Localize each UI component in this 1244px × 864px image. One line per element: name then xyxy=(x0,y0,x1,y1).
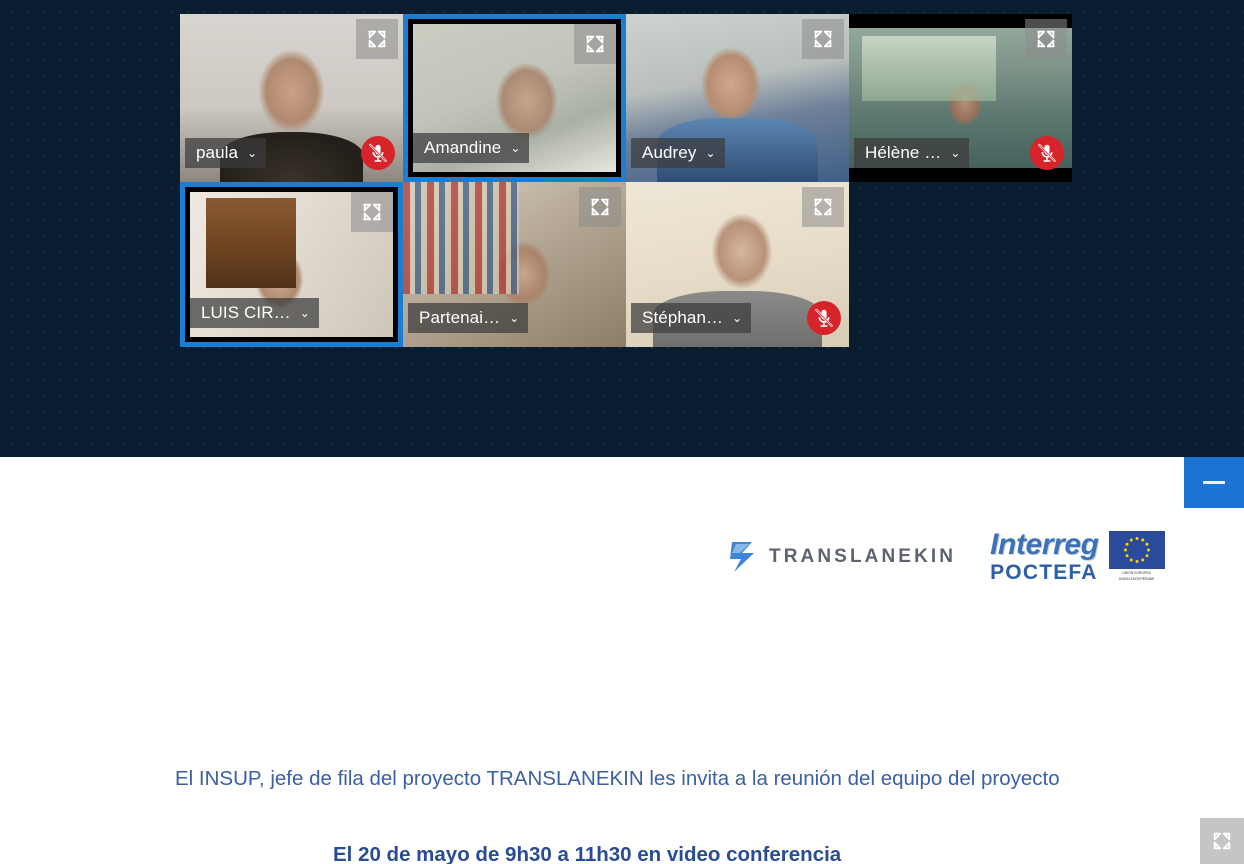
expand-icon xyxy=(811,28,835,50)
participant-name-menu[interactable]: Stéphan… ⌄ xyxy=(631,303,752,333)
expand-icon xyxy=(360,201,384,223)
participant-name-menu[interactable]: paula ⌄ xyxy=(185,138,267,168)
participant-tile[interactable]: Hélène … ⌄ xyxy=(849,14,1072,182)
video-stage: paula ⌄ Amandine ⌄ Audrey ⌄ Hélène … ⌄ L… xyxy=(0,0,1244,457)
translanekin-mark-icon xyxy=(730,541,754,572)
participant-name: paula xyxy=(196,143,239,162)
translanekin-wordmark: TRANSLANEKIN xyxy=(769,545,957,567)
participant-tile-grid: paula ⌄ Amandine ⌄ Audrey ⌄ Hélène … ⌄ L… xyxy=(180,14,1072,347)
expand-tile-button[interactable] xyxy=(356,19,398,59)
interreg-poctefa-logo: Interreg POCTEFA UNIÓN EUROPEA UNION EUR… xyxy=(990,530,1165,583)
eu-stars xyxy=(1123,537,1150,564)
expand-icon xyxy=(588,196,612,218)
slide-lead-text: El INSUP, jefe de fila del proyecto TRAN… xyxy=(175,767,1060,790)
interreg-wordmark: Interreg xyxy=(990,528,1099,561)
tile-row-1: paula ⌄ Amandine ⌄ Audrey ⌄ Hélène … ⌄ xyxy=(180,14,1072,182)
participant-tile[interactable]: paula ⌄ xyxy=(180,14,403,182)
slide-lead-text-block: El INSUP, jefe de fila del proyecto TRAN… xyxy=(175,766,1075,792)
eu-flag-caption: UNIÓN EUROPEA UNION EUROPÉENNE xyxy=(1118,571,1155,581)
participant-name-menu[interactable]: Audrey ⌄ xyxy=(631,138,725,168)
video-conference-app: paula ⌄ Amandine ⌄ Audrey ⌄ Hélène … ⌄ L… xyxy=(0,0,1244,864)
participant-tile[interactable]: LUIS CIR… ⌄ xyxy=(180,182,403,347)
expand-icon xyxy=(1034,28,1058,50)
chevron-down-icon: ⌄ xyxy=(247,146,258,160)
chevron-down-icon: ⌄ xyxy=(509,311,520,325)
participant-name: Audrey xyxy=(642,143,697,162)
expand-tile-button[interactable] xyxy=(579,187,621,227)
shared-content-panel xyxy=(0,457,1244,864)
participant-name: Partenai… xyxy=(419,308,501,327)
chevron-down-icon: ⌄ xyxy=(732,311,743,325)
participant-name-menu[interactable]: LUIS CIR… ⌄ xyxy=(190,298,319,328)
participant-name-menu[interactable]: Hélène … ⌄ xyxy=(854,138,970,168)
poctefa-wordmark: POCTEFA xyxy=(990,561,1098,584)
slide-logos: TRANSLANEKIN Interreg POCTEFA UNIÓN EURO… xyxy=(728,530,1165,583)
chevron-down-icon: ⌄ xyxy=(299,306,310,320)
expand-icon xyxy=(583,33,607,55)
collapse-panel-button[interactable] xyxy=(1184,457,1244,508)
eu-flag-block: UNIÓN EUROPEA UNION EUROPÉENNE xyxy=(1108,531,1165,581)
expand-icon xyxy=(365,28,389,50)
participant-name: Stéphan… xyxy=(642,308,724,327)
microphone-muted-icon[interactable] xyxy=(1030,136,1064,170)
eu-flag-icon xyxy=(1108,531,1165,570)
participant-tile[interactable]: Amandine ⌄ xyxy=(403,14,626,182)
participant-name: Amandine xyxy=(424,138,502,157)
microphone-muted-icon[interactable] xyxy=(807,301,841,335)
participant-tile[interactable]: Stéphan… ⌄ xyxy=(626,182,849,347)
interreg-text-block: Interreg POCTEFA xyxy=(990,528,1099,584)
chevron-down-icon: ⌄ xyxy=(510,141,521,155)
slide-subheading: El 20 de mayo de 9h30 a 11h30 en video c… xyxy=(333,843,842,864)
participant-tile[interactable]: Partenai… ⌄ xyxy=(403,182,626,347)
fullscreen-button[interactable] xyxy=(1200,818,1244,864)
expand-icon xyxy=(811,196,835,218)
minimize-icon xyxy=(1203,481,1225,484)
tile-row-2: LUIS CIR… ⌄ Partenai… ⌄ Stéphan… ⌄ xyxy=(180,182,1072,347)
expand-tile-button[interactable] xyxy=(574,24,616,64)
chevron-down-icon: ⌄ xyxy=(705,146,716,160)
expand-tile-button[interactable] xyxy=(1025,19,1067,59)
fullscreen-icon xyxy=(1213,832,1231,850)
expand-tile-button[interactable] xyxy=(802,187,844,227)
translanekin-logo: TRANSLANEKIN xyxy=(728,540,956,574)
participant-name: Hélène … xyxy=(865,143,942,162)
expand-tile-button[interactable] xyxy=(351,192,393,232)
microphone-muted-icon[interactable] xyxy=(361,136,395,170)
participant-name-menu[interactable]: Amandine ⌄ xyxy=(413,133,530,163)
chevron-down-icon: ⌄ xyxy=(950,146,961,160)
participant-name-menu[interactable]: Partenai… ⌄ xyxy=(408,303,529,333)
expand-tile-button[interactable] xyxy=(802,19,844,59)
participant-tile[interactable]: Audrey ⌄ xyxy=(626,14,849,182)
participant-name: LUIS CIR… xyxy=(201,303,291,322)
